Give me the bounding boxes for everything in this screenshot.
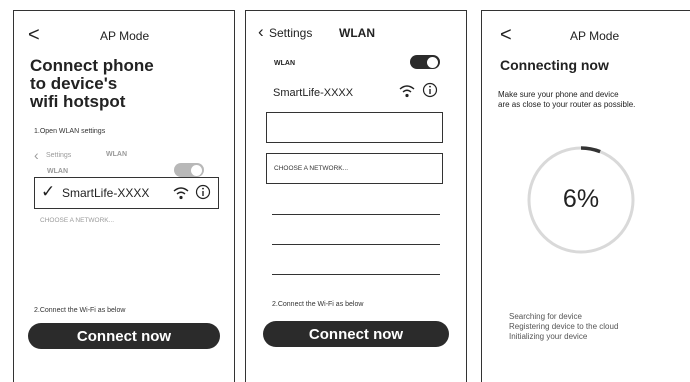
mini-back-icon: ‹ xyxy=(34,147,39,163)
heading-line-1: Connect phone xyxy=(30,56,154,75)
status-searching: Searching for device xyxy=(509,312,582,321)
connect-now-button[interactable]: Connect now xyxy=(263,321,449,347)
back-arrow-icon[interactable]: ‹ xyxy=(258,23,264,40)
wlan-toggle[interactable] xyxy=(410,55,440,69)
network-list-divider xyxy=(272,274,440,275)
network-name: SmartLife-XXXX xyxy=(62,186,150,200)
status-registering: Registering device to the cloud xyxy=(509,322,619,331)
instruction-line-2: are as close to your router as possible. xyxy=(498,100,636,109)
step-2-text: 2.Connect the Wi-Fi as below xyxy=(272,301,364,308)
progress-percentage: 6% xyxy=(562,185,600,213)
wifi-icon xyxy=(173,187,189,200)
step-2-text: 2.Connect the Wi-Fi as below xyxy=(34,307,126,314)
back-arrow-icon[interactable]: < xyxy=(28,25,40,45)
choose-network-label: CHOOSE A NETWORK... xyxy=(40,217,115,224)
page-heading: Connect phone to device's wifi hotspot xyxy=(30,57,154,111)
ap-mode-screen: < AP Mode Connect phone to device's wifi… xyxy=(13,10,235,382)
network-list-divider xyxy=(272,214,440,215)
instruction-text: Make sure your phone and device are as c… xyxy=(498,90,635,110)
step-1-text: 1.Open WLAN settings xyxy=(34,128,106,135)
screen-title: WLAN xyxy=(339,26,375,40)
info-icon[interactable] xyxy=(422,82,438,98)
screen-title: AP Mode xyxy=(100,29,150,43)
choose-network-row[interactable]: CHOOSE A NETWORK... xyxy=(266,153,443,184)
wlan-settings-screen: ‹ Settings WLAN WLAN SmartLife-XXXX CHOO… xyxy=(245,10,467,382)
network-name[interactable]: SmartLife-XXXX xyxy=(273,87,353,99)
progress-ring-arc xyxy=(580,146,601,154)
network-row-highlight[interactable]: ✓ SmartLife-XXXX xyxy=(34,177,219,209)
status-list: Searching for device Registering device … xyxy=(509,312,618,342)
network-list-divider xyxy=(272,244,440,245)
mini-title: WLAN xyxy=(106,151,127,158)
heading-line-2: to device's xyxy=(30,74,118,93)
wifi-icon xyxy=(399,85,415,98)
screen-title: AP Mode xyxy=(570,29,620,43)
mini-wlan-toggle xyxy=(174,163,204,177)
connect-now-button[interactable]: Connect now xyxy=(28,323,220,349)
back-label[interactable]: Settings xyxy=(269,26,312,40)
status-initializing: Initializing your device xyxy=(509,332,588,341)
mini-back-label: Settings xyxy=(46,152,72,159)
page-heading: Connecting now xyxy=(500,57,609,73)
checkmark-icon: ✓ xyxy=(41,182,56,201)
choose-network-label: CHOOSE A NETWORK... xyxy=(274,165,349,172)
empty-network-field[interactable] xyxy=(266,112,443,143)
back-arrow-icon[interactable]: < xyxy=(500,25,512,45)
info-icon[interactable] xyxy=(195,184,211,200)
wlan-label: WLAN xyxy=(274,60,295,67)
instruction-line-1: Make sure your phone and device xyxy=(498,90,619,99)
heading-line-3: wifi hotspot xyxy=(30,92,126,111)
mini-wlan-label: WLAN xyxy=(47,168,68,175)
connecting-screen: < AP Mode Connecting now Make sure your … xyxy=(481,10,690,382)
